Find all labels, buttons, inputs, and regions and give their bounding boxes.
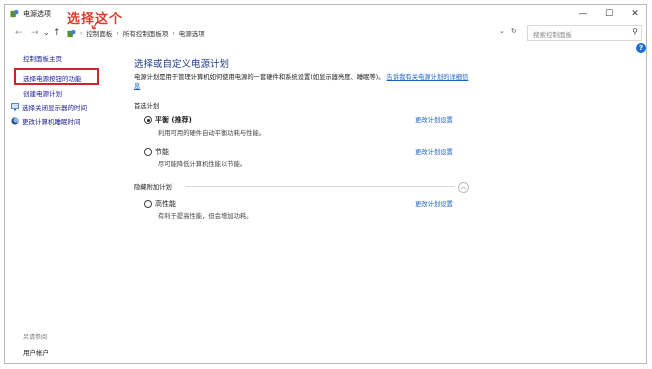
sidebar-item-label: 选择关闭显示器的时间 (22, 104, 87, 112)
help-icon[interactable]: ? (636, 43, 646, 53)
plan-name: 平衡 (推荐) (155, 116, 192, 124)
plan-high-performance-radio[interactable]: 高性能 (144, 199, 176, 209)
moon-icon (11, 117, 19, 125)
see-also-label: 另请参阅 (23, 334, 48, 341)
control-panel-window: 电源选项 — ☐ ✕ ← → ⌄ ↑ › 控制面板 › 所有控制面板项 › 电源… (4, 4, 647, 364)
plan-power-saver-radio[interactable]: 节能 (144, 147, 169, 157)
recent-locations-icon[interactable]: ⌄ (43, 27, 50, 39)
plan-description: 利用可用的硬件自动平衡功耗与性能。 (158, 130, 266, 137)
main-content: 选择或自定义电源计划 电源计划是用于管理计算机如何使用电源的一套硬件和系统设置(… (134, 41, 634, 341)
chevron-right-icon: › (172, 29, 175, 37)
change-plan-settings-link[interactable]: 更改计划设置 (415, 199, 453, 208)
sidebar: 控制面板主页 选择电源按钮的功能 创建电源计划 选择关闭显示器的时间 更改计算机… (5, 41, 123, 363)
sidebar-item-label: 更改计算机睡眠时间 (22, 118, 81, 126)
dropdown-chevron-icon[interactable]: ⌄ (499, 27, 505, 35)
maximize-button[interactable]: ☐ (603, 8, 615, 20)
sidebar-item-create-plan[interactable]: 创建电源计划 (23, 88, 62, 98)
close-button[interactable]: ✕ (629, 8, 641, 20)
annotation-arrow-icon (91, 22, 98, 30)
power-options-icon (10, 9, 19, 18)
breadcrumb: › 控制面板 › 所有控制面板项 › 电源选项 (67, 27, 205, 39)
up-button[interactable]: ↑ (53, 27, 61, 39)
address-bar: ← → ⌄ ↑ › 控制面板 › 所有控制面板项 › 电源选项 ⌄ ↻ 搜索控制… (5, 25, 646, 41)
preferred-plans-label: 首选计划 (134, 103, 160, 110)
window-title: 电源选项 (23, 10, 51, 18)
page-description: 电源计划是用于管理计算机如何使用电源的一套硬件和系统设置(如显示器亮度、睡眠等)… (134, 73, 469, 91)
user-accounts-link[interactable]: 用户帐户 (23, 347, 49, 357)
radio-selected-icon (144, 116, 152, 124)
radio-unselected-icon (144, 148, 152, 156)
hidden-plans-label[interactable]: 隐藏附加计划 (134, 182, 172, 191)
section-divider (185, 186, 455, 187)
search-placeholder: 搜索控制面板 (533, 31, 572, 39)
chevron-right-icon: › (80, 29, 83, 37)
page-title: 选择或自定义电源计划 (134, 59, 230, 70)
search-icon[interactable]: ⚲ (632, 27, 638, 36)
plan-balanced-radio[interactable]: 平衡 (推荐) (144, 115, 192, 125)
breadcrumb-all-items[interactable]: 所有控制面板项 (123, 28, 169, 38)
sidebar-item-home[interactable]: 控制面板主页 (23, 53, 62, 63)
minimize-button[interactable]: — (577, 8, 589, 20)
plan-name: 节能 (155, 148, 169, 156)
forward-button[interactable]: → (31, 27, 39, 39)
change-plan-settings-link[interactable]: 更改计划设置 (415, 147, 453, 156)
sidebar-item-display-off[interactable]: 选择关闭显示器的时间 (11, 102, 87, 112)
back-button[interactable]: ← (15, 27, 23, 39)
plan-description: 尽可能降低计算机性能以节能。 (158, 161, 247, 168)
sidebar-item-power-button[interactable]: 选择电源按钮的功能 (23, 73, 82, 83)
sidebar-item-sleep-time[interactable]: 更改计算机睡眠时间 (11, 116, 81, 126)
change-plan-settings-link[interactable]: 更改计划设置 (415, 115, 453, 124)
breadcrumb-power-options[interactable]: 电源选项 (179, 28, 205, 38)
address-tools: ⌄ ↻ (499, 27, 517, 35)
chevron-right-icon: › (116, 29, 119, 37)
monitor-icon (11, 103, 19, 111)
chevron-up-icon[interactable]: ︿ (458, 182, 469, 193)
plan-name: 高性能 (155, 200, 176, 208)
refresh-icon[interactable]: ↻ (511, 27, 517, 35)
search-input[interactable]: 搜索控制面板 ⚲ (527, 25, 642, 41)
description-text: 电源计划是用于管理计算机如何使用电源的一套硬件和系统设置(如显示器亮度、睡眠等)… (134, 74, 385, 81)
control-panel-icon (67, 29, 76, 37)
plan-description: 有利于提高性能，但会增加功耗。 (158, 213, 253, 220)
radio-unselected-icon (144, 200, 152, 208)
